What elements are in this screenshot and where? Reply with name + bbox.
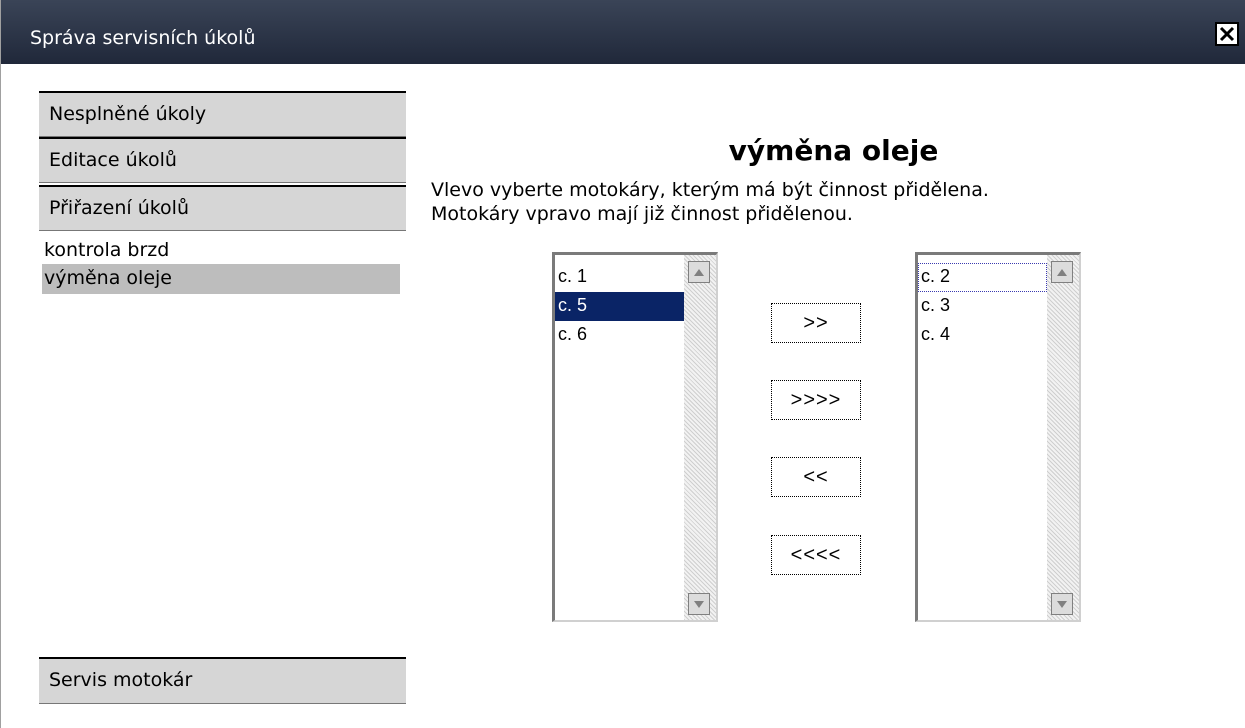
task-item-vymena-oleje[interactable]: výměna oleje bbox=[42, 264, 400, 294]
list-item[interactable]: c. 2 bbox=[918, 263, 1047, 292]
task-heading: výměna oleje bbox=[728, 134, 939, 167]
window-title: Správa servisních úkolů bbox=[30, 27, 256, 49]
sidebar-item-label: Servis motokár bbox=[49, 669, 193, 691]
title-bar[interactable]: Správa servisních úkolů bbox=[1, 0, 1245, 64]
list-item[interactable]: c. 1 bbox=[555, 263, 684, 292]
move-all-left-button[interactable]: <<<< bbox=[771, 535, 861, 575]
scrollbar[interactable] bbox=[684, 255, 716, 620]
move-left-button[interactable]: << bbox=[771, 457, 861, 497]
close-icon bbox=[1219, 26, 1235, 42]
move-right-button[interactable]: >> bbox=[771, 303, 861, 343]
list-item[interactable]: c. 6 bbox=[555, 321, 684, 350]
task-item-kontrola-brzd[interactable]: kontrola brzd bbox=[42, 236, 400, 266]
arrow-down-icon bbox=[1057, 601, 1067, 608]
sidebar-item-nesplnene[interactable]: Nesplněné úkoly bbox=[39, 91, 406, 137]
sidebar-item-editace[interactable]: Editace úkolů bbox=[39, 137, 406, 183]
scrollbar[interactable] bbox=[1047, 255, 1079, 620]
instruction-line-2: Motokáry vpravo mají již činnost přiděle… bbox=[431, 203, 853, 225]
move-all-right-button[interactable]: >>>> bbox=[771, 380, 861, 420]
task-item-label: kontrola brzd bbox=[44, 239, 170, 261]
scroll-down-button[interactable] bbox=[1051, 593, 1073, 615]
assigned-karts-list[interactable]: c. 2 c. 3 c. 4 bbox=[915, 252, 1081, 622]
task-item-label: výměna oleje bbox=[44, 267, 172, 289]
arrow-up-icon bbox=[1057, 269, 1067, 276]
sidebar-item-label: Editace úkolů bbox=[49, 149, 177, 171]
arrow-down-icon bbox=[694, 601, 704, 608]
scroll-down-button[interactable] bbox=[688, 593, 710, 615]
arrow-up-icon bbox=[694, 269, 704, 276]
scroll-up-button[interactable] bbox=[1051, 261, 1073, 283]
dialog-window: Správa servisních úkolů Nesplněné úkoly … bbox=[0, 0, 1245, 728]
list-item[interactable]: c. 5 bbox=[555, 292, 684, 321]
close-button[interactable] bbox=[1215, 22, 1239, 46]
sidebar-item-label: Nesplněné úkoly bbox=[49, 103, 207, 125]
sidebar-item-servis-motokar[interactable]: Servis motokár bbox=[39, 657, 406, 704]
instruction-line-1: Vlevo vyberte motokáry, kterým má být či… bbox=[431, 179, 989, 201]
scroll-up-button[interactable] bbox=[688, 261, 710, 283]
list-item[interactable]: c. 3 bbox=[918, 292, 1047, 321]
available-karts-list[interactable]: c. 1 c. 5 c. 6 bbox=[552, 252, 718, 622]
sidebar-item-label: Přiřazení úkolů bbox=[49, 197, 190, 219]
sidebar-item-prirazeni[interactable]: Přiřazení úkolů bbox=[39, 185, 406, 231]
list-item[interactable]: c. 4 bbox=[918, 321, 1047, 350]
